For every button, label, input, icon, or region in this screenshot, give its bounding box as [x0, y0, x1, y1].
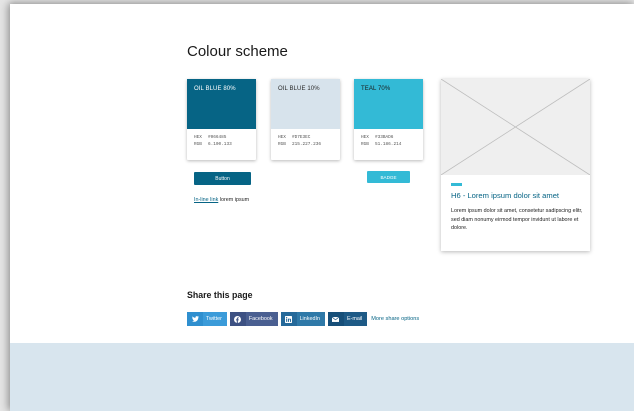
footer	[10, 343, 634, 411]
rgb-value: 215.227.236	[292, 141, 321, 147]
share-heading: Share this page	[187, 290, 253, 300]
page-title: Colour scheme	[187, 43, 288, 60]
swatch-color: OIL BLUE 10%	[271, 79, 340, 129]
swatch-color: OIL BLUE 80%	[187, 79, 256, 129]
swatch-card-oil-blue-10: OIL BLUE 10% HEX #D7E3EC RGB 215.227.236	[271, 79, 340, 160]
image-placeholder-icon	[440, 78, 591, 176]
more-share-options-link[interactable]: More share options	[371, 316, 419, 322]
facebook-icon	[229, 312, 246, 326]
swatch-codes: HEX #D7E3EC RGB 215.227.236	[271, 129, 340, 148]
share-facebook-button[interactable]: Facebook	[229, 312, 278, 326]
swatch-color: TEAL 70%	[354, 79, 423, 129]
image-placeholder-graphic	[440, 78, 591, 176]
rgb-label: RGB	[278, 141, 286, 147]
rgb-label: RGB	[361, 141, 369, 147]
rgb-label: RGB	[194, 141, 202, 147]
share-label: LinkedIn	[299, 316, 320, 322]
swatch-card-oil-blue-80: OIL BLUE 80% HEX #066485 RGB 6.100.133	[187, 79, 256, 160]
inline-link-sample: In-line link lorem ipsum	[194, 197, 249, 203]
share-bar: Twitter Facebook LinkedIn E-mail More sh…	[187, 312, 419, 326]
swatch-name: OIL BLUE 80%	[194, 86, 236, 92]
swatch-codes: HEX #33BAD6 RGB 51.186.214	[354, 129, 423, 148]
twitter-icon	[187, 312, 203, 326]
hex-value: #066485	[208, 135, 227, 140]
share-label: E-mail	[346, 316, 363, 322]
swatch-name: OIL BLUE 10%	[278, 86, 320, 92]
inline-link[interactable]: In-line link	[194, 197, 218, 203]
swatch-name: TEAL 70%	[361, 86, 391, 92]
share-linkedin-button[interactable]: LinkedIn	[280, 312, 325, 326]
swatch-card-teal-70: TEAL 70% HEX #33BAD6 RGB 51.186.214	[354, 79, 423, 160]
swatch-codes: HEX #066485 RGB 6.100.133	[187, 129, 256, 148]
inline-text: lorem ipsum	[218, 197, 250, 203]
share-email-button[interactable]: E-mail	[327, 312, 368, 326]
hex-value: #D7E3EC	[292, 135, 311, 140]
card-body: Lorem ipsum dolor sit amet, consetetur s…	[451, 208, 583, 232]
share-twitter-button[interactable]: Twitter	[187, 312, 227, 326]
rgb-value: 51.186.214	[375, 141, 402, 147]
share-label: Twitter	[206, 316, 222, 322]
email-icon	[327, 312, 344, 326]
rgb-value: 6.100.133	[208, 141, 232, 147]
card-title[interactable]: H6 - Lorem ipsum dolor sit amet	[451, 191, 559, 200]
sample-button[interactable]: Button	[194, 172, 251, 185]
content-card[interactable]: H6 - Lorem ipsum dolor sit amet Lorem ip…	[440, 78, 591, 251]
card-accent-bar	[451, 183, 462, 186]
share-label: Facebook	[248, 316, 273, 322]
hex-value: #33BAD6	[375, 135, 394, 140]
sample-badge: BADGE	[367, 171, 410, 183]
linkedin-icon	[280, 312, 297, 326]
page: Colour scheme OIL BLUE 80% HEX #066485 RG…	[10, 4, 634, 411]
